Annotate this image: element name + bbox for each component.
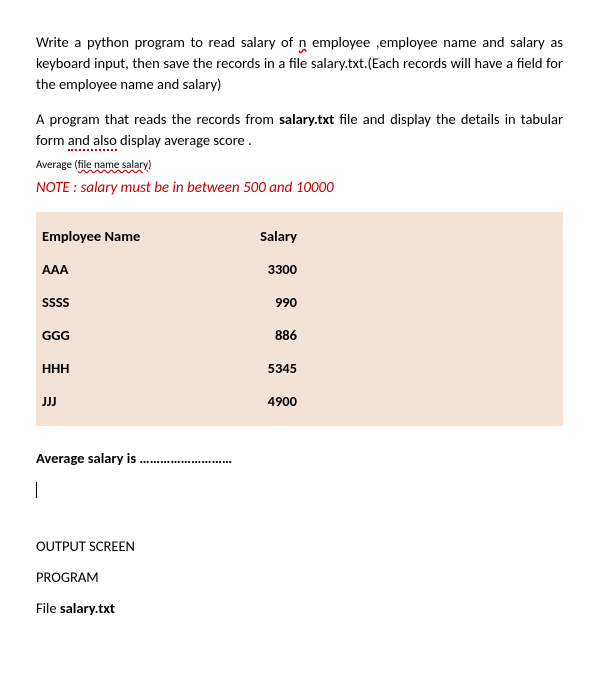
average-salary-line: Average salary is ……………………… bbox=[36, 448, 563, 469]
header-employee-name: Employee Name bbox=[42, 226, 217, 247]
file-label: File salary.txt bbox=[36, 598, 563, 619]
output-screen-label: OUTPUT SCREEN bbox=[36, 536, 563, 557]
table-row: SSSS 990 bbox=[42, 286, 557, 319]
p2-dotted: and also bbox=[68, 131, 117, 151]
cell-name: AAA bbox=[42, 259, 217, 280]
salary-table: Employee Name Salary AAA 3300 SSSS 990 G… bbox=[36, 212, 563, 426]
cell-name: JJJ bbox=[42, 391, 217, 412]
paragraph-2: A program that reads the records from sa… bbox=[36, 109, 563, 151]
p2-before: A program that reads the records from bbox=[36, 110, 279, 128]
cell-name: GGG bbox=[42, 325, 217, 346]
note-line: NOTE : salary must be in between 500 and… bbox=[36, 178, 563, 200]
program-label: PROGRAM bbox=[36, 567, 563, 588]
header-salary: Salary bbox=[217, 226, 297, 247]
table-row: AAA 3300 bbox=[42, 253, 557, 286]
small-after: ) bbox=[148, 158, 151, 171]
table-row: HHH 5345 bbox=[42, 352, 557, 385]
table-header-row: Employee Name Salary bbox=[42, 220, 557, 253]
cell-name: HHH bbox=[42, 358, 217, 379]
file-before: File bbox=[36, 599, 60, 617]
text-cursor-icon bbox=[36, 482, 37, 498]
cell-salary: 886 bbox=[217, 325, 297, 346]
paragraph-1: Write a python program to read salary of… bbox=[36, 32, 563, 95]
cell-salary: 5345 bbox=[217, 358, 297, 379]
cell-salary: 4900 bbox=[217, 391, 297, 412]
table-row: JJJ 4900 bbox=[42, 385, 557, 418]
file-bold: salary.txt bbox=[60, 599, 115, 617]
cell-name: SSSS bbox=[42, 292, 217, 313]
small-wavy: file name salary bbox=[78, 158, 148, 171]
cursor-line bbox=[36, 479, 563, 500]
cell-salary: 990 bbox=[217, 292, 297, 313]
p2-bold: salary.txt bbox=[279, 110, 334, 128]
p1-before: Write a python program to read salary of bbox=[36, 33, 299, 51]
cell-salary: 3300 bbox=[217, 259, 297, 280]
table-row: GGG 886 bbox=[42, 319, 557, 352]
p2-after: display average score . bbox=[117, 131, 252, 149]
small-avg-line: Average (file name salary) bbox=[36, 157, 563, 173]
small-before: Average ( bbox=[36, 158, 78, 171]
